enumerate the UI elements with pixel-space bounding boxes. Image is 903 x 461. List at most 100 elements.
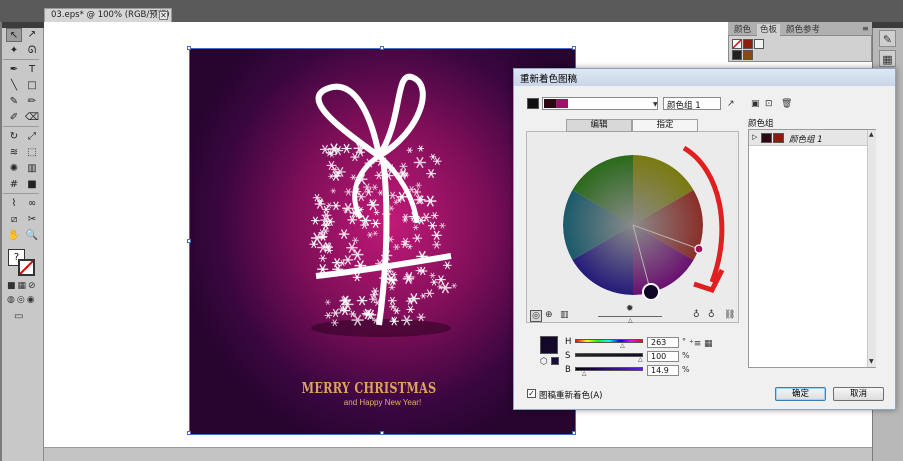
blob-brush-icon[interactable]: ✐ — [6, 111, 22, 125]
gradient-icon[interactable]: ■ — [24, 178, 40, 192]
swatch[interactable] — [743, 50, 753, 60]
unit-label: ° — [682, 337, 686, 346]
resize-handle[interactable] — [572, 46, 576, 50]
swatch[interactable] — [754, 39, 764, 49]
color-mode-menu-icon[interactable]: ⁺≡ — [689, 339, 701, 349]
none-swatch[interactable] — [732, 39, 742, 49]
dialog-title: 重新着色图稿 — [520, 74, 578, 85]
tab-assign[interactable]: 指定 — [632, 119, 698, 132]
hsb-label: S — [565, 351, 571, 361]
resize-handle[interactable] — [380, 46, 384, 50]
tab-color-guide[interactable]: 颜色参考 — [783, 24, 823, 36]
color-mode-swatch[interactable] — [527, 98, 539, 109]
out-of-gamut-icon: ⬡ — [540, 357, 548, 367]
color-group-row[interactable]: ▷ 颜色组 1 — [749, 130, 867, 146]
ok-button[interactable]: 确定 — [775, 387, 826, 401]
rotate-icon[interactable]: ↻ — [6, 130, 22, 144]
group-color-swatch — [544, 99, 556, 108]
document-tab[interactable]: 03.eps* @ 100% (RGB/预览) ✕ — [44, 8, 172, 22]
tab-color[interactable]: 颜色 — [731, 24, 754, 36]
hand-icon[interactable]: ✋ — [6, 229, 22, 243]
pen-icon[interactable]: ✒ — [6, 63, 22, 77]
segmented-wheel-icon[interactable]: ⊕ — [545, 310, 553, 320]
stroke-swatch[interactable] — [18, 259, 35, 276]
tool-separator — [3, 59, 39, 60]
resize-handle[interactable] — [187, 46, 191, 50]
delete-icon[interactable]: 🗑 — [781, 99, 792, 109]
column-graph-icon[interactable]: ▥ — [24, 162, 40, 176]
document-tab-title: 03.eps* @ 100% (RGB/预览) — [51, 10, 170, 20]
rectangle-icon[interactable]: □ — [24, 79, 40, 93]
swatch[interactable] — [743, 39, 753, 49]
blend-icon[interactable]: ∞ — [24, 197, 40, 211]
resize-handle[interactable] — [187, 239, 191, 243]
slider-handle[interactable]: △ — [582, 370, 587, 377]
cancel-button[interactable]: 取消 — [833, 387, 884, 401]
swatch[interactable] — [732, 50, 742, 60]
swatch-library-icon[interactable]: ▦ — [704, 339, 713, 349]
magic-wand-icon[interactable]: ✦ — [6, 44, 22, 58]
scissors-icon[interactable]: ✂ — [24, 213, 40, 227]
hsb-slider[interactable] — [575, 353, 643, 357]
eyedropper-icon[interactable]: ⌇ — [6, 197, 22, 211]
resize-handle[interactable] — [187, 431, 191, 435]
group-color-swatch — [556, 99, 568, 108]
color-bars-icon[interactable]: ▥ — [560, 310, 569, 320]
add-color-icon[interactable]: ♁ — [693, 310, 700, 320]
mesh-icon[interactable]: # — [6, 178, 22, 192]
current-color-swatch[interactable] — [540, 336, 558, 354]
save-changes-icon[interactable]: ↗ — [727, 99, 735, 109]
close-icon[interactable]: ✕ — [159, 11, 168, 20]
hsb-value-field[interactable]: 100 — [647, 351, 679, 362]
expand-triangle-icon[interactable]: ▷ — [752, 133, 757, 141]
recolor-artwork-checkbox[interactable]: ✓ — [527, 389, 536, 398]
slider-handle[interactable]: △ — [620, 342, 625, 349]
draw-mode-buttons[interactable]: ◍◎◉ — [7, 295, 37, 305]
base-color-marker[interactable] — [642, 283, 660, 300]
color-mode-buttons[interactable]: ■▦⊘ — [7, 281, 38, 291]
slider-handle[interactable]: △ — [628, 317, 633, 324]
hsb-slider[interactable] — [575, 339, 643, 343]
direct-selection-icon[interactable]: ↗ — [24, 28, 40, 42]
brush-icon[interactable]: ✎ — [879, 30, 896, 47]
group-name-field[interactable]: 颜色组 1 — [663, 97, 721, 111]
resize-handle[interactable] — [380, 431, 384, 435]
scroll-up-icon[interactable]: ▲ — [869, 131, 874, 138]
scroll-down-icon[interactable]: ▼ — [869, 358, 874, 365]
symbol-sprayer-icon[interactable]: ✺ — [6, 162, 22, 176]
panel-menu-icon[interactable]: ≡ — [862, 24, 869, 33]
pencil-icon[interactable]: ✏ — [24, 95, 40, 109]
color-group-bar[interactable] — [542, 97, 658, 110]
resize-handle[interactable] — [572, 431, 576, 435]
hsb-value-field[interactable]: 263 — [647, 337, 679, 348]
scrollbar[interactable]: ▲ ▼ — [867, 130, 876, 367]
swatch-grid-icon[interactable]: ▦ — [879, 50, 896, 67]
type-icon[interactable]: T — [24, 63, 40, 77]
slider-handle[interactable]: △ — [638, 356, 643, 363]
tab-edit[interactable]: 编辑 — [566, 119, 632, 132]
zoom-icon[interactable]: 🔍 — [24, 229, 40, 243]
link-harmony-icon[interactable]: ⛓ — [724, 310, 735, 320]
paintbrush-icon[interactable]: ✎ — [6, 95, 22, 109]
smooth-wheel-icon[interactable]: ◎ — [530, 310, 542, 322]
line-icon[interactable]: ╲ — [6, 79, 22, 93]
screen-mode-icon[interactable]: ▭ — [14, 311, 23, 322]
scale-icon[interactable]: ⤢ — [24, 130, 40, 144]
remove-color-icon[interactable]: ♁ — [708, 310, 715, 320]
warp-icon[interactable]: ≋ — [6, 146, 22, 160]
selection-icon[interactable]: ↖ — [6, 28, 22, 42]
hsb-value-field[interactable]: 14.9 — [647, 365, 679, 376]
gamut-swatch[interactable] — [551, 357, 559, 365]
slice-icon[interactable]: ⧄ — [6, 213, 22, 227]
free-transform-icon[interactable]: ⬚ — [24, 146, 40, 160]
lasso-icon[interactable]: ᘏ — [24, 44, 40, 58]
save-group-icon[interactable]: ▣ — [751, 99, 760, 109]
brightness-icon[interactable]: ✹ — [626, 304, 634, 314]
group-color-swatch — [773, 133, 784, 143]
chevron-down-icon[interactable]: ▼ — [653, 101, 658, 108]
tab-swatches[interactable]: 色板 — [757, 24, 781, 36]
new-group-icon[interactable]: ⊡ — [765, 99, 773, 109]
eraser-icon[interactable]: ⌫ — [24, 111, 40, 125]
panel-grip[interactable] — [872, 22, 903, 28]
fill-stroke-widget[interactable]: ? — [8, 249, 36, 277]
